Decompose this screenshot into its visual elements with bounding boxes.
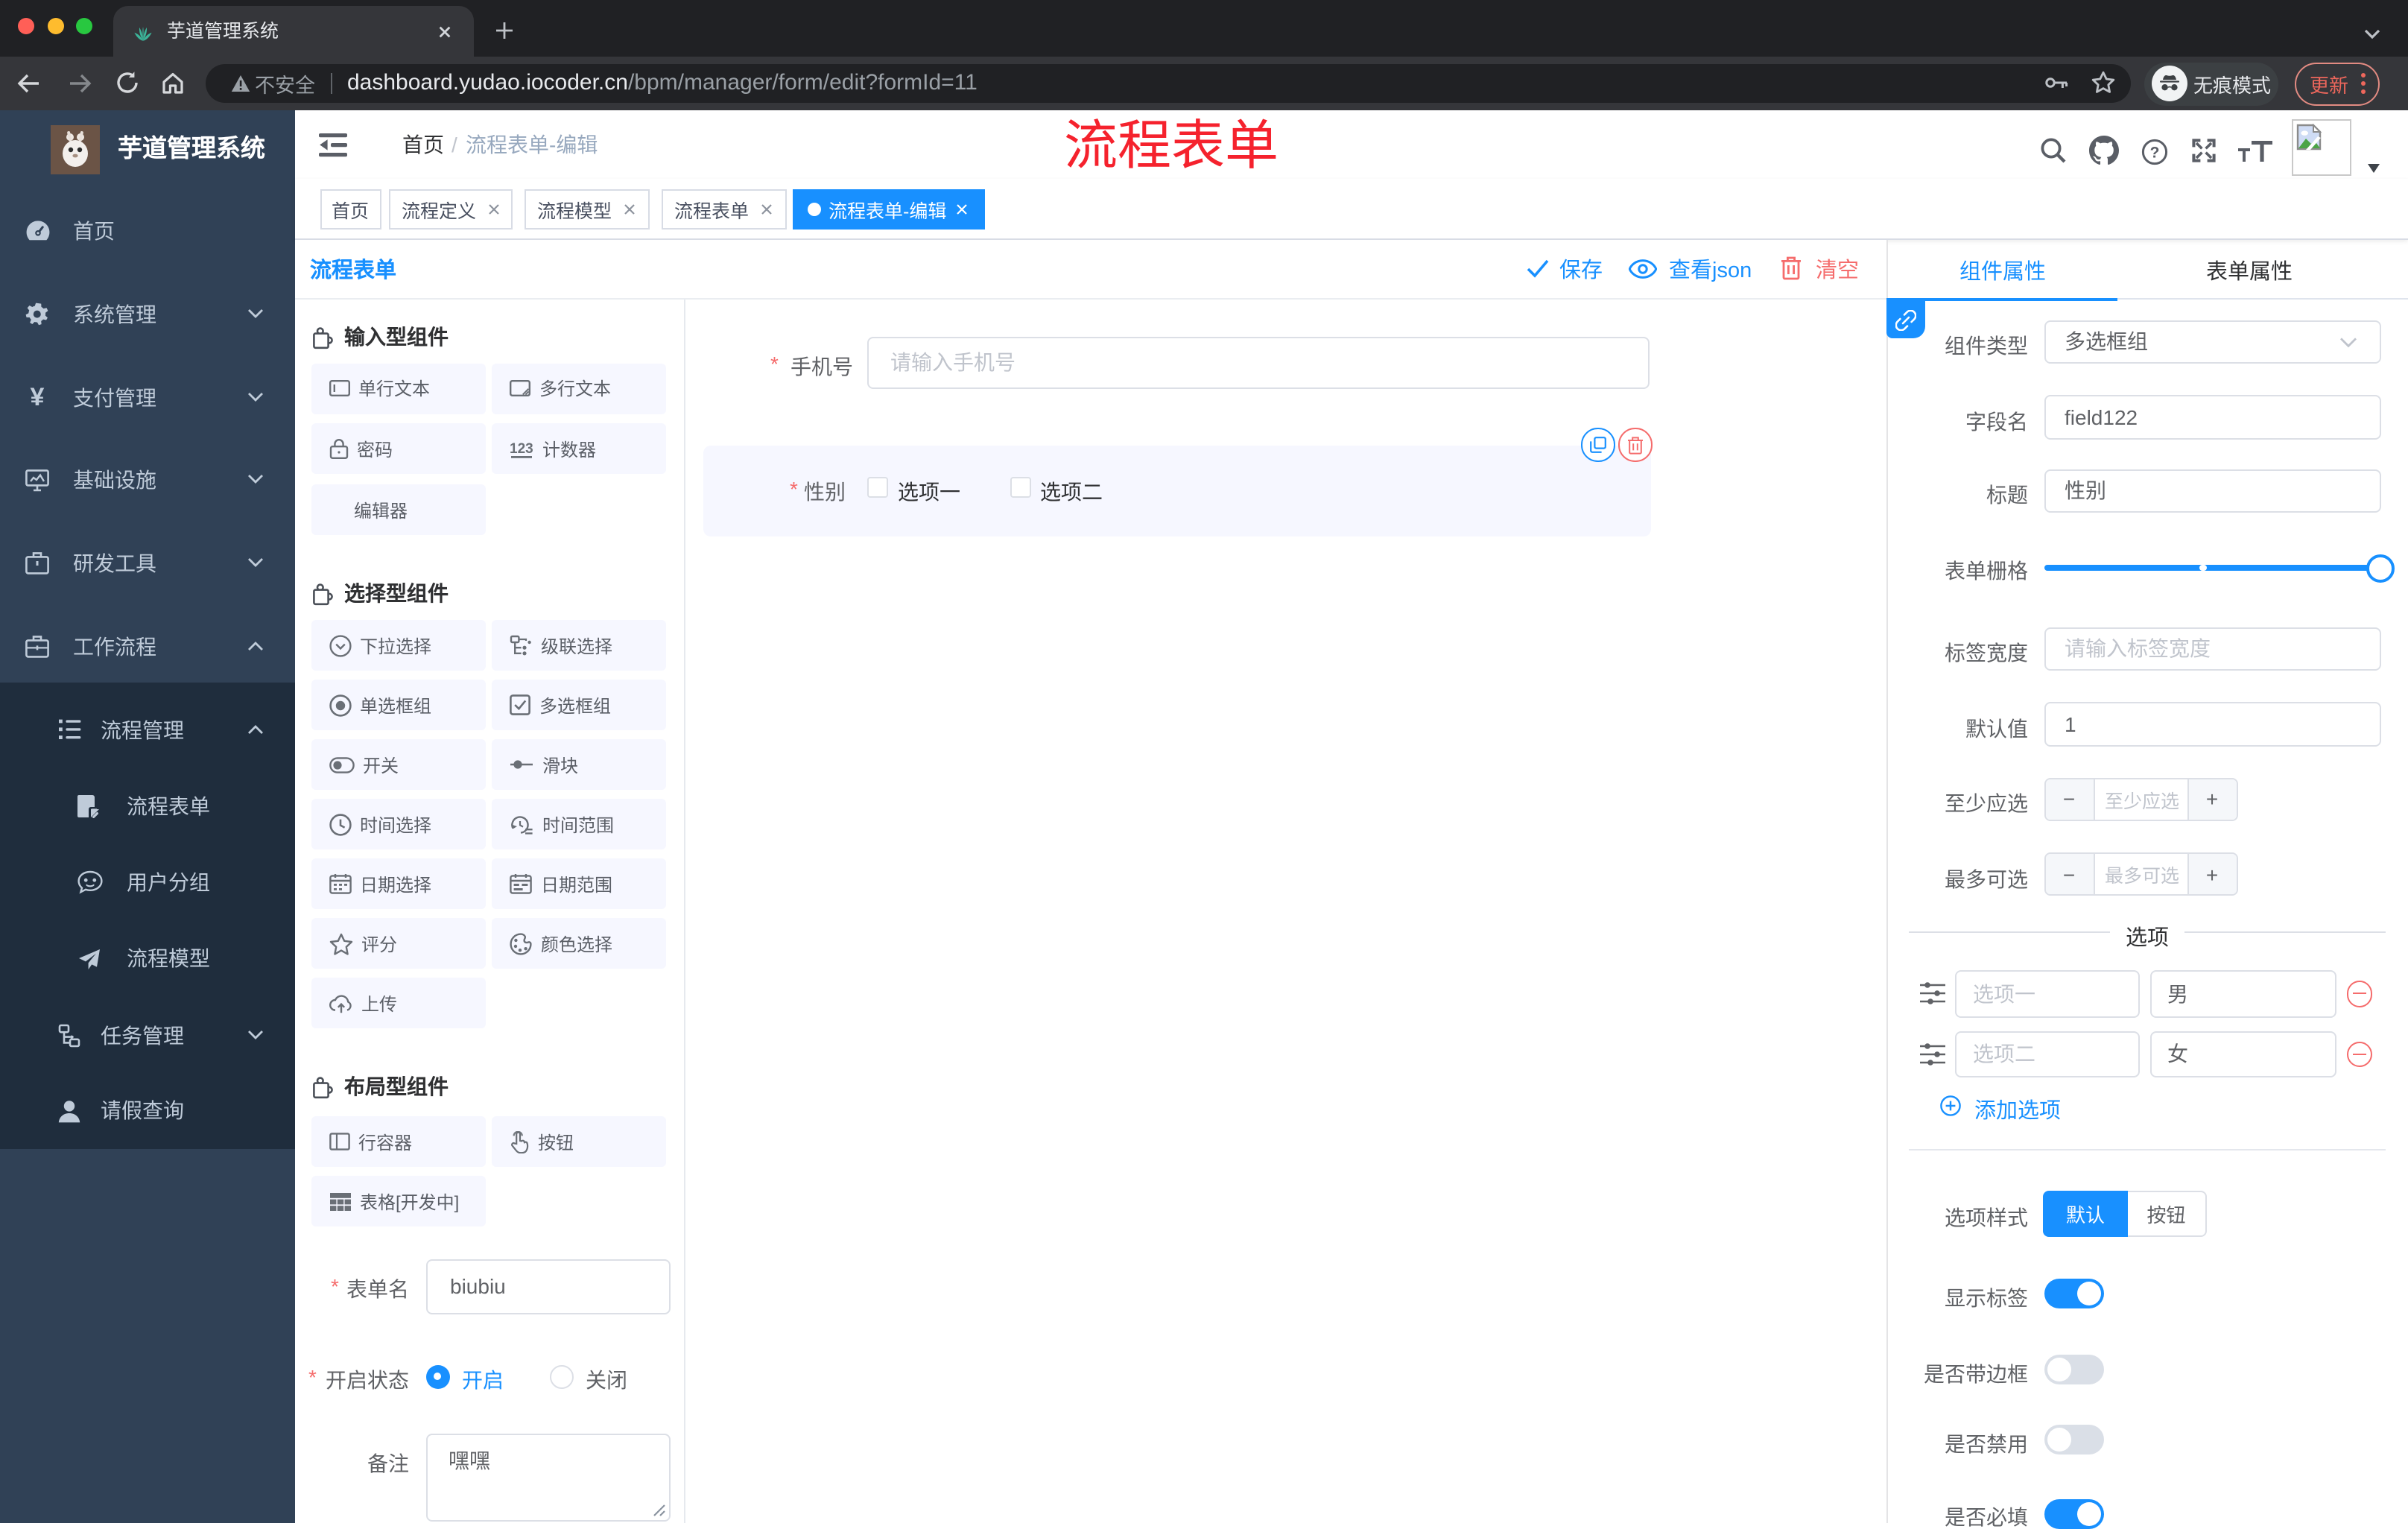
svg-text:?: ? bbox=[2150, 144, 2160, 161]
svg-text:123: 123 bbox=[510, 441, 533, 457]
